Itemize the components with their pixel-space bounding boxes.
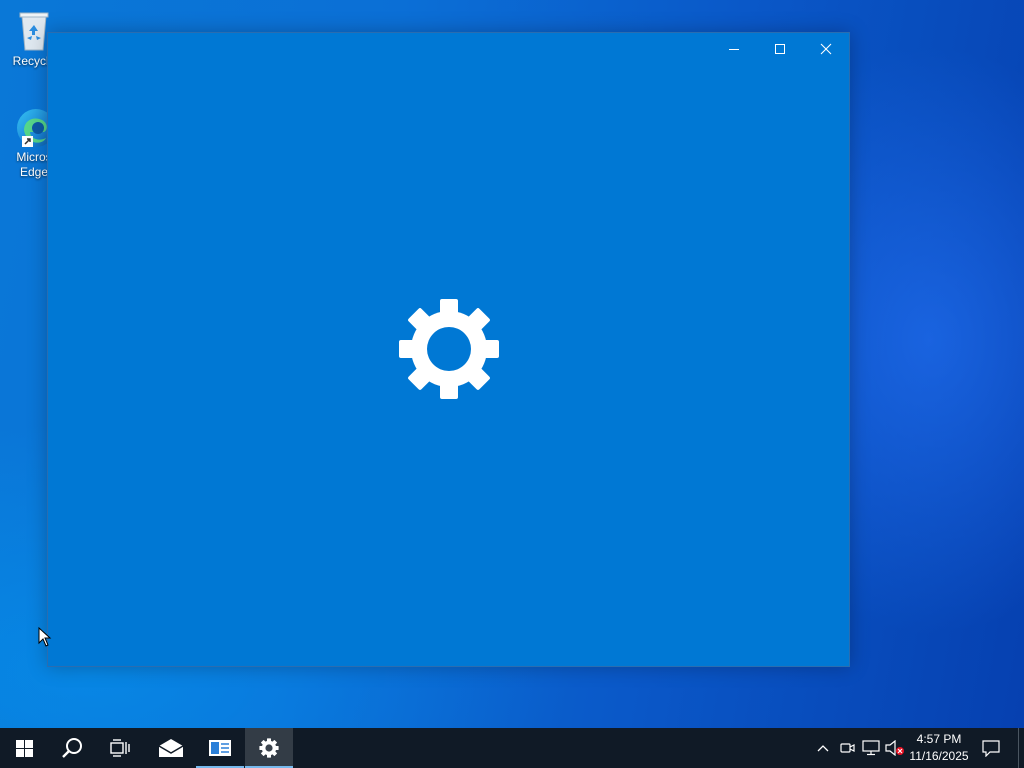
clock-time: 4:57 PM: [916, 732, 962, 746]
volume-button[interactable]: [883, 728, 907, 768]
windows-logo-icon: [15, 739, 33, 757]
gear-icon: [399, 299, 499, 399]
mail-icon: [158, 739, 184, 757]
meet-now-button[interactable]: [835, 728, 859, 768]
task-view-button[interactable]: [96, 728, 144, 768]
search-button[interactable]: [48, 728, 96, 768]
settings-taskbar-button[interactable]: [245, 728, 293, 768]
search-icon: [62, 738, 82, 758]
chevron-up-icon: [817, 745, 829, 752]
gear-icon: [259, 738, 279, 758]
maximize-button[interactable]: [757, 33, 803, 65]
reader-button[interactable]: [196, 728, 244, 768]
clock-date: 11/16/2025: [909, 749, 969, 763]
show-desktop-button[interactable]: [1018, 728, 1024, 768]
action-center-icon: [982, 739, 1000, 757]
window-controls: [711, 33, 849, 65]
close-icon: [820, 43, 832, 55]
mouse-cursor-icon: [38, 627, 52, 647]
network-button[interactable]: [859, 728, 883, 768]
mail-button[interactable]: [147, 728, 195, 768]
taskbar: 4:57 PM 11/16/2025: [0, 728, 1024, 768]
settings-splash-window[interactable]: [47, 32, 850, 667]
show-hidden-icons-button[interactable]: [811, 728, 835, 768]
network-icon: [862, 740, 880, 756]
taskbar-clock[interactable]: 4:57 PM 11/16/2025: [906, 728, 972, 768]
reader-icon: [209, 740, 231, 756]
minimize-icon: [729, 49, 739, 50]
maximize-icon: [775, 44, 785, 54]
close-button[interactable]: [803, 33, 849, 65]
volume-muted-icon: [885, 740, 904, 756]
desktop: Recycle Micros Edge: [0, 0, 1024, 728]
minimize-button[interactable]: [711, 33, 757, 65]
meet-now-icon: [840, 743, 855, 753]
start-button[interactable]: [0, 728, 48, 768]
action-center-button[interactable]: [976, 728, 1006, 768]
task-view-icon: [110, 739, 130, 757]
